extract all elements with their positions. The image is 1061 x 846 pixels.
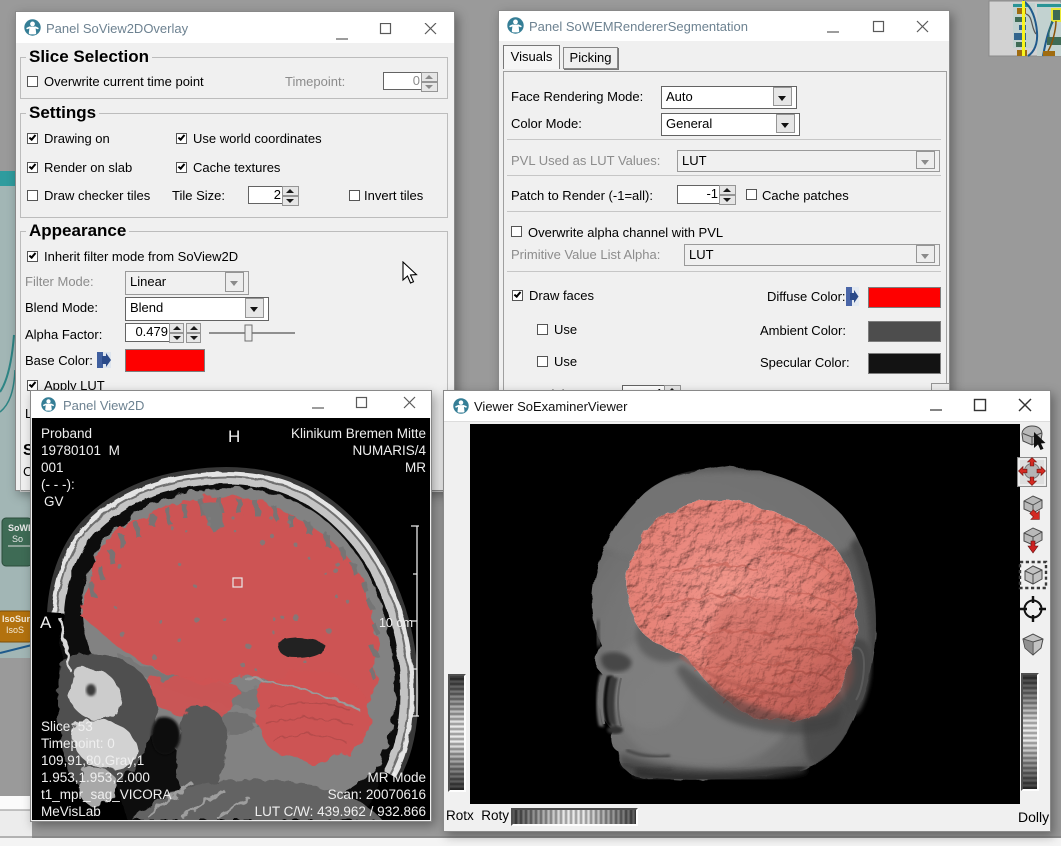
svg-text:MR Mode: MR Mode <box>367 770 426 785</box>
svg-text:t1_mpr_sag_VICORA: t1_mpr_sag_VICORA <box>41 787 172 802</box>
svg-text:19780101 M: 19780101 M <box>41 443 120 458</box>
svg-text:MR: MR <box>405 460 426 475</box>
svg-text:Proband: Proband <box>41 426 92 441</box>
svg-text:Scan: 20070616: Scan: 20070616 <box>328 787 426 802</box>
svg-text:Timepoint: 0: Timepoint: 0 <box>41 736 115 751</box>
svg-text:Klinikum Bremen Mitte: Klinikum Bremen Mitte <box>291 426 426 441</box>
svg-text:NUMARIS/4: NUMARIS/4 <box>352 443 426 458</box>
svg-text:Slice: 53: Slice: 53 <box>41 719 93 734</box>
svg-text:10 cm: 10 cm <box>379 616 413 630</box>
svg-text:LUT C/W: 439.962 / 932.866: LUT C/W: 439.962 / 932.866 <box>255 804 426 819</box>
svg-text:1.953,1.953,2.000: 1.953,1.953,2.000 <box>41 770 150 785</box>
svg-text:MeVisLab: MeVisLab <box>41 804 101 819</box>
svg-text:A: A <box>40 613 52 632</box>
svg-text:001: 001 <box>41 460 64 475</box>
svg-text:(- - -):: (- - -): <box>41 477 75 492</box>
svg-text:GV: GV <box>44 494 64 509</box>
svg-text:109,91,80,Gray,1: 109,91,80,Gray,1 <box>41 753 144 768</box>
svg-text:H: H <box>228 427 240 446</box>
svg-text:IsoS: IsoS <box>6 625 24 635</box>
svg-text:So: So <box>12 534 23 544</box>
